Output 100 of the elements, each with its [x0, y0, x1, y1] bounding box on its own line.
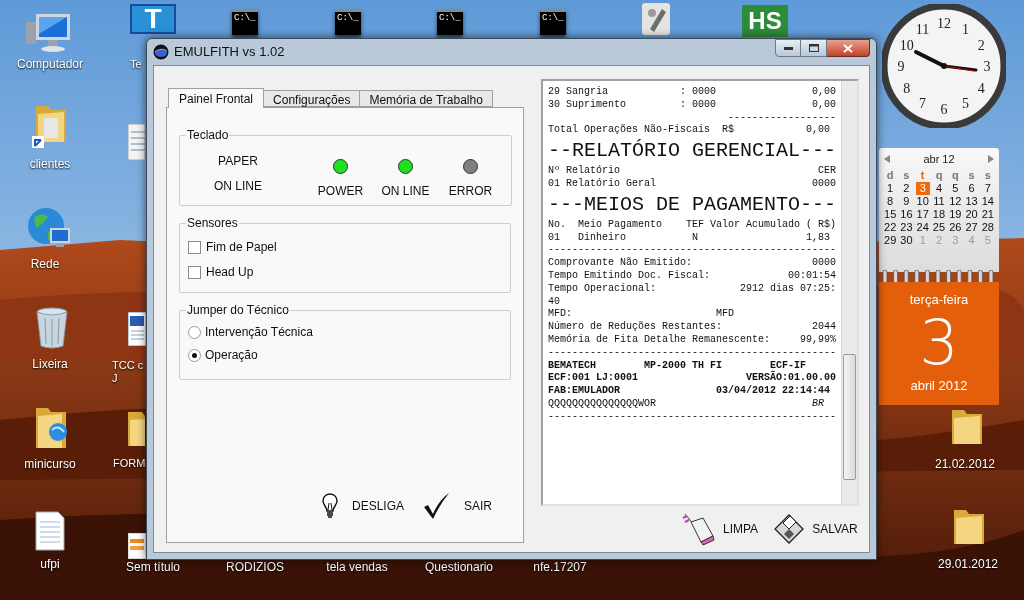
calendar-day[interactable]: 8 — [882, 195, 899, 208]
minimize-button[interactable] — [775, 39, 801, 57]
receipt-line: 29 Sangria : 0000 0,00 — [548, 86, 838, 99]
previous-icon[interactable] — [884, 155, 890, 163]
checkbox[interactable] — [188, 265, 201, 279]
calendar-day[interactable]: 9 — [898, 195, 915, 208]
led-label: ON LINE — [381, 183, 430, 200]
document-icon[interactable] — [34, 510, 66, 552]
calendar-day[interactable]: 18 — [930, 208, 948, 221]
calendar-day[interactable]: 2 — [898, 182, 915, 195]
receipt-line: Nº Relatório CER — [548, 165, 838, 178]
group-label: Sensores — [186, 215, 239, 232]
app-icon[interactable]: HS — [742, 5, 788, 37]
clock-numeral: 10 — [899, 37, 914, 53]
close-icon — [843, 43, 853, 53]
action-button[interactable]: SALVAR — [774, 514, 858, 544]
receipt-line: Tempo Emitindo Doc. Fiscal: 00:01:54 — [548, 269, 838, 283]
calendar-day[interactable]: 14 — [979, 195, 996, 208]
tool-icon[interactable] — [640, 1, 672, 37]
weekday-label: d — [885, 169, 895, 182]
action-button[interactable]: DESLIGA — [322, 493, 405, 519]
calendar-day[interactable]: 27 — [963, 221, 980, 234]
computer-icon[interactable] — [24, 12, 72, 54]
document-icon[interactable] — [128, 312, 146, 346]
radio-button[interactable] — [188, 348, 201, 362]
icon-label[interactable]: ufpi — [40, 558, 60, 571]
scrollbar-thumb[interactable] — [843, 354, 856, 480]
calendar-day[interactable]: 6 — [963, 182, 980, 195]
check-icon — [422, 492, 451, 520]
radio-label[interactable]: Intervenção Técnica — [205, 323, 313, 341]
console-icon[interactable]: C:\_ — [232, 9, 258, 35]
tab[interactable]: Configurações — [264, 90, 361, 107]
key-button[interactable]: PAPER — [218, 152, 258, 170]
receipt-line: FAB:EMULADOR 03/04/2012 22:14:44 — [548, 385, 832, 398]
tab[interactable]: Memória de Trabalho — [360, 90, 493, 107]
calendar-day[interactable]: 20 — [963, 208, 980, 221]
calendar-day[interactable]: 12 — [947, 195, 964, 208]
clock-numeral: 11 — [915, 21, 930, 37]
key-button[interactable]: ON LINE — [214, 177, 262, 195]
checkbox-label[interactable]: Fim de Papel — [206, 238, 277, 256]
receipt-line: Tempo Operacional: 2912 dias 07:25: — [548, 282, 838, 296]
scrollbar[interactable] — [841, 81, 857, 504]
calendar-day[interactable]: 29 — [882, 234, 899, 247]
icon-label[interactable]: Lixeira — [32, 358, 68, 371]
icon-label[interactable]: nfe.17207 — [533, 561, 587, 574]
clock-numeral: 6 — [940, 102, 948, 117]
calendar-day[interactable]: 23 — [898, 221, 915, 234]
icon-label[interactable]: Rede — [30, 258, 60, 271]
console-icon[interactable]: C:\_ — [540, 9, 566, 35]
action-button[interactable]: SAIR — [422, 492, 493, 520]
receipt-line: Comprovante Não Emitido: 0000 — [548, 257, 838, 270]
receipt-line: ------------------------------------------------ — [548, 244, 838, 257]
close-button[interactable] — [827, 39, 870, 57]
trash-icon[interactable] — [34, 306, 70, 350]
calendar-day[interactable]: 10 — [914, 195, 931, 208]
calendar-day[interactable]: 26 — [947, 221, 964, 234]
clock-hands-drawing — [914, 50, 978, 72]
calendar-day[interactable]: 7 — [979, 182, 996, 195]
led-label: POWER — [317, 183, 364, 200]
calendar-day[interactable]: 19 — [947, 208, 964, 221]
calendar-day[interactable]: 30 — [898, 234, 915, 247]
console-icon[interactable]: C:\_ — [437, 9, 463, 35]
radio-button[interactable] — [188, 325, 201, 339]
calendar-day[interactable]: 17 — [914, 208, 931, 221]
calendar-day[interactable]: 1 — [882, 182, 899, 195]
group-label: Jumper do Técnico — [186, 302, 290, 319]
calendar-day[interactable]: 22 — [882, 221, 899, 234]
icon-label[interactable]: 21.02.2012 — [934, 458, 996, 471]
group-label: Teclado — [186, 127, 230, 144]
calendar-day[interactable]: 13 — [963, 195, 980, 208]
next-icon[interactable] — [988, 155, 994, 163]
console-icon[interactable]: C:\_ — [335, 9, 361, 35]
calendar-day[interactable]: 5 — [947, 182, 964, 195]
calendar-day[interactable]: 11 — [930, 195, 948, 208]
icon-label[interactable]: minicurso — [24, 458, 76, 471]
icon-label[interactable]: FORM — [113, 457, 146, 470]
checkbox[interactable] — [188, 240, 201, 254]
calendar-day[interactable]: 4 — [930, 182, 948, 195]
icon-label[interactable]: 29.01.2012 — [937, 558, 999, 571]
icon-label[interactable]: Sem título — [126, 561, 180, 574]
globe-icon[interactable] — [26, 206, 72, 250]
folder-icon[interactable] — [32, 104, 68, 150]
icon-label[interactable]: TCC c J — [112, 359, 144, 385]
calendar-day[interactable]: 24 — [914, 221, 931, 234]
icon-label[interactable]: RODIZIOS — [226, 561, 284, 574]
radio-label[interactable]: Operação — [205, 346, 258, 364]
receipt-line: ------------------------------------------------ — [548, 346, 838, 360]
icon-label[interactable]: tela vendas — [326, 561, 388, 574]
calendar-day[interactable]: 15 — [882, 208, 899, 221]
calendar-day[interactable]: 25 — [930, 221, 948, 234]
calendar-day[interactable]: 28 — [979, 221, 996, 234]
receipt-line: ---MEIOS DE PAGAMENTO--- — [548, 191, 838, 218]
maximize-button[interactable] — [801, 39, 827, 57]
action-button[interactable]: LIMPA — [681, 512, 759, 546]
icon-label[interactable]: Questionario — [425, 561, 493, 574]
calendar-day[interactable]: 21 — [979, 208, 996, 221]
tab[interactable]: Painel Frontal — [168, 88, 265, 108]
clock-numeral: 7 — [919, 96, 926, 112]
checkbox-label[interactable]: Head Up — [206, 263, 254, 281]
calendar-day[interactable]: 16 — [898, 208, 915, 221]
